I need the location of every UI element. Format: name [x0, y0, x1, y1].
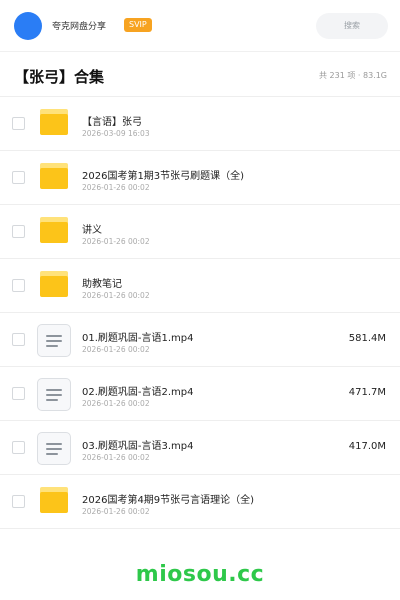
- folder-icon: [40, 109, 68, 135]
- file-row[interactable]: 讲义 2026-01-26 00:02: [0, 205, 400, 259]
- file-name[interactable]: 2026国考第4期9节张弓言语理论（全): [82, 491, 254, 506]
- folder-icon: [40, 163, 68, 189]
- file-name[interactable]: 03.刷题巩固-言语3.mp4: [82, 437, 194, 452]
- file-row[interactable]: 2026国考第4期9节张弓言语理论（全) 2026-01-26 00:02: [0, 475, 400, 529]
- top-header: 夸克网盘分享 SVIP 搜索: [0, 0, 400, 52]
- folder-summary: 共 231 项 · 83.1G: [319, 71, 387, 80]
- file-row[interactable]: 【言语】张弓 2026-03-09 16:03: [0, 97, 400, 151]
- page-title: 【张弓】合集: [14, 68, 105, 86]
- file-name[interactable]: 助教笔记: [82, 275, 122, 290]
- folder-icon: [40, 217, 68, 243]
- row-checkbox[interactable]: [12, 441, 25, 454]
- file-list: 【言语】张弓 2026-03-09 16:03 2026国考第1期3节张弓刷题课（全…: [0, 97, 400, 529]
- file-date: 2026-01-26 00:02: [82, 183, 150, 192]
- row-checkbox[interactable]: [12, 279, 25, 292]
- file-row[interactable]: 助教笔记 2026-01-26 00:02: [0, 259, 400, 313]
- row-checkbox[interactable]: [12, 495, 25, 508]
- file-date: 2026-01-26 00:02: [82, 345, 150, 354]
- folder-icon: [40, 487, 68, 513]
- title-bar: 【张弓】合集 共 231 项 · 83.1G: [0, 52, 400, 97]
- file-row[interactable]: 03.刷题巩固-言语3.mp4 2026-01-26 00:02 417.0M: [0, 421, 400, 475]
- video-file-icon: [37, 324, 71, 357]
- row-checkbox[interactable]: [12, 387, 25, 400]
- file-size: 581.4M: [348, 333, 386, 344]
- row-checkbox[interactable]: [12, 225, 25, 238]
- file-name[interactable]: 02.刷题巩固-言语2.mp4: [82, 383, 194, 398]
- folder-icon: [40, 271, 68, 297]
- file-size: 471.7M: [348, 387, 386, 398]
- file-name[interactable]: 讲义: [82, 221, 102, 236]
- file-date: 2026-01-26 00:02: [82, 291, 150, 300]
- file-row[interactable]: 01.刷题巩固-言语1.mp4 2026-01-26 00:02 581.4M: [0, 313, 400, 367]
- username[interactable]: 夸克网盘分享: [52, 19, 106, 32]
- file-row[interactable]: 2026国考第1期3节张弓刷题课（全) 2026-01-26 00:02: [0, 151, 400, 205]
- file-name[interactable]: 01.刷题巩固-言语1.mp4: [82, 329, 194, 344]
- search-input[interactable]: 搜索: [316, 13, 388, 39]
- file-size: 417.0M: [348, 441, 386, 452]
- file-date: 2026-01-26 00:02: [82, 399, 150, 408]
- file-name[interactable]: 2026国考第1期3节张弓刷题课（全): [82, 167, 244, 182]
- row-checkbox[interactable]: [12, 117, 25, 130]
- video-file-icon: [37, 432, 71, 465]
- avatar[interactable]: [14, 12, 42, 40]
- file-date: 2026-03-09 16:03: [82, 129, 150, 138]
- video-file-icon: [37, 378, 71, 411]
- svip-badge: SVIP: [124, 18, 152, 32]
- file-name[interactable]: 【言语】张弓: [82, 113, 142, 128]
- watermark: miosou.cc: [135, 562, 265, 587]
- file-date: 2026-01-26 00:02: [82, 237, 150, 246]
- row-checkbox[interactable]: [12, 171, 25, 184]
- file-date: 2026-01-26 00:02: [82, 453, 150, 462]
- file-row[interactable]: 02.刷题巩固-言语2.mp4 2026-01-26 00:02 471.7M: [0, 367, 400, 421]
- row-checkbox[interactable]: [12, 333, 25, 346]
- file-date: 2026-01-26 00:02: [82, 507, 150, 516]
